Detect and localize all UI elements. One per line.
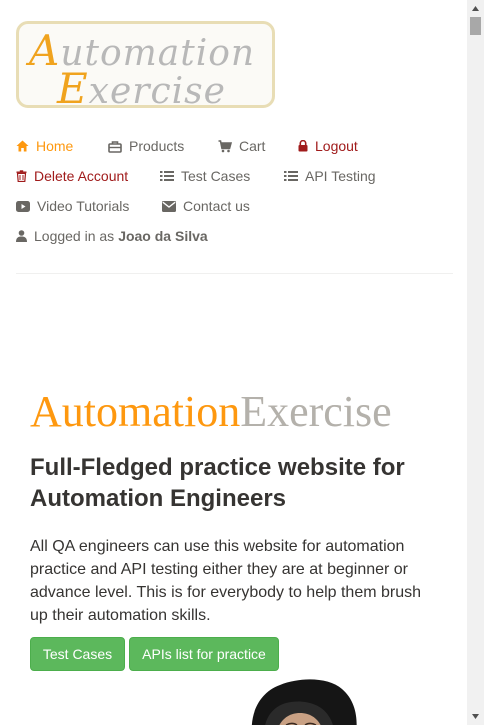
page: Automation Exercise Home Products Cart L… [0,0,467,725]
nav-logout[interactable]: Logout [298,138,358,154]
nav-contact-us-label: Contact us [183,198,250,214]
logged-in-prefix: Logged in as [34,228,115,244]
user-icon [16,230,27,242]
nav-test-cases[interactable]: Test Cases [160,168,250,184]
hero-brand: AutomationExercise [30,390,392,434]
nav-logout-label: Logout [315,138,358,154]
shopping-bag-icon [108,140,122,153]
apis-list-button[interactable]: APIs list for practice [129,637,279,671]
nav-products-label: Products [129,138,185,154]
nav-cart[interactable]: Cart [218,138,265,154]
nav-api-testing[interactable]: API Testing [284,168,376,184]
scroll-down-arrow-icon[interactable] [467,708,484,725]
nav-api-testing-label: API Testing [305,168,376,184]
logged-in-status: Logged in as Joao da Silva [16,228,208,244]
hero-brand-part-1: Automation [30,387,241,436]
header-divider [16,273,453,274]
lock-icon [298,140,308,152]
nav-delete-account[interactable]: Delete Account [16,168,128,184]
nav-products[interactable]: Products [108,138,184,154]
scroll-up-arrow-icon[interactable] [467,0,484,17]
nav-home[interactable]: Home [16,138,73,154]
nav-video-tutorials[interactable]: Video Tutorials [16,198,129,214]
logged-in-username: Joao da Silva [118,228,208,244]
youtube-play-icon [16,200,30,212]
trash-icon [16,170,27,182]
hero-description: All QA engineers can use this website fo… [30,538,422,624]
scrollbar-thumb[interactable] [470,17,481,35]
hero-brand-part-2: Exercise [240,387,392,436]
nav-delete-account-label: Delete Account [34,168,129,184]
nav-contact-us[interactable]: Contact us [162,198,250,214]
page-scrollbar[interactable] [467,0,484,725]
nav-home-label: Home [36,138,74,154]
site-logo[interactable]: Automation Exercise [16,21,275,113]
hero-image [251,679,357,725]
nav-cart-label: Cart [239,138,266,154]
cart-icon [218,139,232,152]
test-cases-button[interactable]: Test Cases [30,637,125,671]
nav-video-tutorials-label: Video Tutorials [37,198,130,214]
logo-line-2: Exercise [57,64,226,113]
list-icon [160,171,174,181]
hero-headline: Full-Fledged practice website for Automa… [30,454,405,512]
home-icon [16,140,29,152]
list-icon [284,171,298,181]
nav-test-cases-label: Test Cases [181,168,251,184]
envelope-icon [162,200,176,212]
